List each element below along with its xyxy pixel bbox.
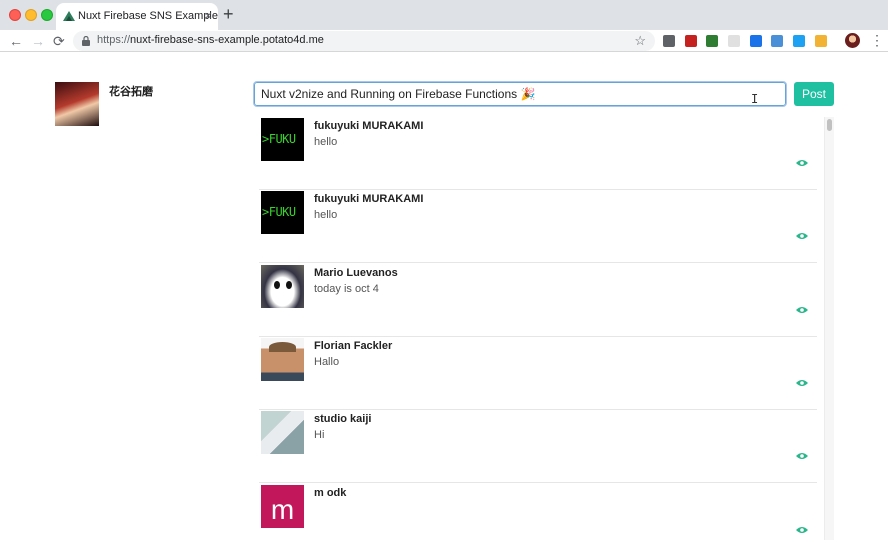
tab-title: Nuxt Firebase SNS Example	[78, 10, 218, 22]
author-avatar: >FUKU	[261, 118, 304, 161]
eye-icon[interactable]	[796, 379, 808, 387]
page: 花谷拓磨 I Post >FUKUfukuyuki MURAKAMIhello>…	[0, 53, 888, 540]
nuxt-favicon-icon	[63, 11, 75, 21]
eye-icon[interactable]	[796, 306, 808, 314]
author-name: studio kaiji	[314, 413, 372, 426]
browser-toolbar: ← → ⟳ https://nuxt-firebase-sns-example.…	[0, 30, 888, 52]
post-message: hello	[314, 136, 338, 148]
extension-7-icon[interactable]	[815, 35, 827, 47]
extension-3-icon[interactable]	[728, 35, 740, 47]
eye-icon[interactable]	[796, 232, 808, 240]
url-host: nuxt-firebase-sns-example.potato4d.me	[130, 34, 324, 46]
feed-item: Mario Luevanos today is oct 4	[259, 264, 817, 337]
address-bar[interactable]: https://nuxt-firebase-sns-example.potato…	[73, 31, 655, 51]
author-name: Florian Fackler	[314, 339, 393, 352]
post-message: hello	[314, 209, 338, 222]
author-name: fukuyuki MURAKAMI	[314, 193, 424, 206]
reload-icon[interactable]: ⟳	[53, 32, 65, 50]
author-avatar: >FUKU	[261, 191, 304, 235]
feed-item: Florian Fackler Hallo	[259, 337, 817, 410]
profile-avatar[interactable]	[845, 33, 860, 48]
current-user-name: 花谷拓磨	[109, 86, 153, 98]
post-message: Hi	[314, 429, 325, 442]
eye-icon[interactable]	[796, 526, 808, 534]
feed-scrollbar[interactable]	[824, 117, 834, 540]
author-avatar	[261, 411, 304, 455]
eye-icon[interactable]	[796, 452, 808, 460]
author-name: Mario Luevanos	[314, 266, 398, 279]
post-message: Hallo	[314, 355, 340, 368]
extension-1-icon[interactable]	[685, 35, 697, 47]
url-scheme: https://	[97, 34, 131, 46]
bookmark-star-icon[interactable]: ☆	[634, 33, 646, 49]
author-avatar: m	[261, 484, 304, 528]
browser-tabstrip: Nuxt Firebase SNS Example × +	[0, 0, 888, 30]
new-tab-button[interactable]: +	[223, 4, 234, 25]
post-input[interactable]	[253, 81, 787, 107]
feed-item: >FUKU fukuyuki MURAKAMI hello	[259, 190, 817, 264]
tab-close-icon[interactable]: ×	[204, 8, 212, 23]
extension-2-icon[interactable]	[706, 35, 718, 47]
post-button[interactable]: Post	[794, 82, 834, 106]
extension-6-icon[interactable]	[793, 35, 805, 47]
eye-icon[interactable]	[796, 159, 808, 167]
author-avatar	[261, 264, 304, 308]
post-message: today is oct 4	[314, 282, 379, 295]
author-name: m odk	[314, 486, 347, 499]
browser-menu-icon[interactable]: ⋮	[870, 32, 884, 48]
feed-item: >FUKU fukuyuki MURAKAMI hello	[259, 117, 817, 190]
text-cursor-icon: I	[751, 92, 759, 106]
lock-icon	[82, 36, 90, 46]
feed-item: m m odk	[259, 484, 817, 540]
minimize-window-button[interactable]	[25, 9, 37, 21]
post-feed[interactable]: >FUKU fukuyuki MURAKAMI hello >FUKU fukuyuki…	[259, 117, 817, 540]
author-name: fukuyuki MURAKAMI	[314, 120, 424, 132]
back-icon[interactable]: ←	[9, 32, 23, 50]
current-user-avatar	[55, 82, 99, 126]
feed-item: studio kaiji Hi	[259, 410, 817, 484]
extension-5-icon[interactable]	[771, 35, 783, 47]
forward-icon[interactable]: →	[31, 32, 45, 50]
author-avatar	[261, 337, 304, 381]
feed-scrollbar-thumb[interactable]	[827, 119, 832, 131]
zoom-window-button[interactable]	[41, 9, 53, 21]
close-window-button[interactable]	[9, 9, 21, 21]
browser-tab[interactable]: Nuxt Firebase SNS Example ×	[56, 3, 218, 30]
url-text: https://nuxt-firebase-sns-example.potato…	[97, 34, 324, 46]
extension-4-icon[interactable]	[750, 35, 762, 47]
extension-0-icon[interactable]	[663, 35, 675, 47]
